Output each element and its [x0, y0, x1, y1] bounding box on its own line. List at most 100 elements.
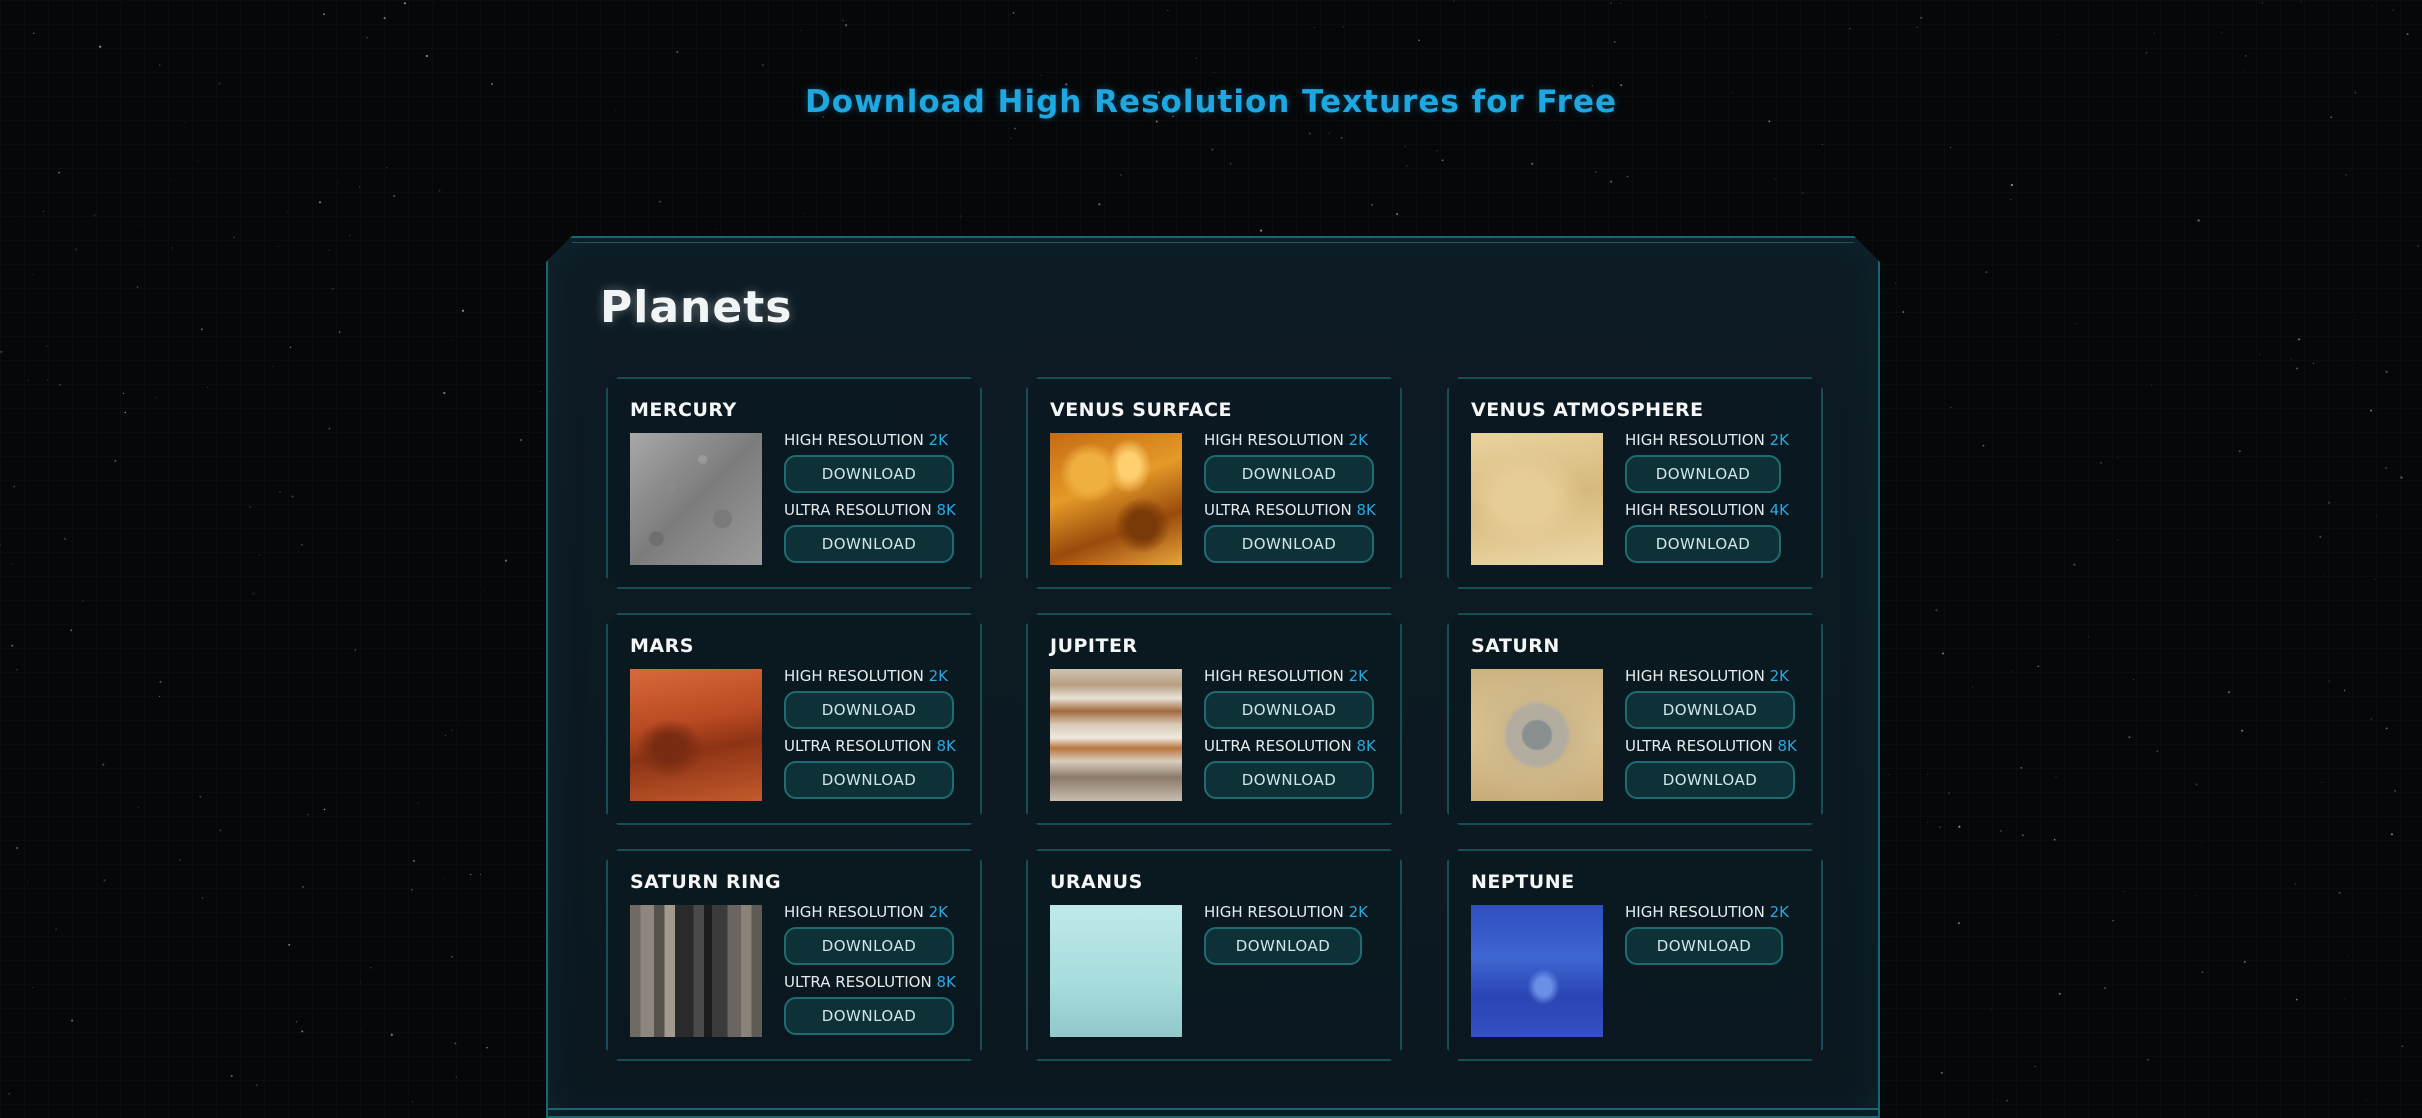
star [0, 350, 3, 353]
download-button-8k[interactable]: DOWNLOAD [1204, 525, 1374, 563]
star [444, 734, 446, 736]
star [11, 563, 13, 565]
star [1888, 774, 1890, 776]
star [1613, 40, 1616, 43]
star [2347, 955, 2349, 956]
star [1214, 71, 1216, 73]
star [328, 249, 331, 252]
resolution-label: HIGH RESOLUTION 2K [784, 431, 948, 449]
resolution-label: HIGH RESOLUTION 2K [1204, 431, 1368, 449]
star [2010, 198, 2012, 201]
star [295, 1021, 298, 1023]
star [715, 229, 717, 231]
star [279, 491, 281, 493]
star [1943, 460, 1945, 462]
star [2165, 635, 2166, 636]
star [2053, 838, 2056, 841]
resolution-label: HIGH RESOLUTION 2K [784, 903, 948, 921]
download-button-8k[interactable]: DOWNLOAD [784, 761, 954, 799]
star [1982, 444, 1985, 447]
star [2300, 845, 2302, 846]
star [1774, 178, 1776, 180]
star [277, 245, 279, 247]
star [2133, 678, 2135, 680]
card-title: JUPITER [1050, 635, 1138, 657]
star [408, 41, 409, 43]
star [11, 644, 14, 647]
star [800, 30, 802, 32]
star [17, 216, 18, 218]
star [393, 195, 396, 198]
resolution-value: 2K [1348, 903, 1368, 921]
download-button-4k[interactable]: DOWNLOAD [1625, 525, 1781, 563]
star [1418, 39, 1420, 41]
download-button-2k[interactable]: DOWNLOAD [1625, 455, 1781, 493]
star [959, 215, 962, 217]
star [1895, 282, 1897, 284]
star [348, 234, 351, 237]
resolution-label-text: HIGH RESOLUTION [784, 903, 924, 921]
star [1453, 0, 1455, 2]
download-button-8k[interactable]: DOWNLOAD [784, 525, 954, 563]
resolution-label: ULTRA RESOLUTION 8K [1204, 501, 1376, 519]
resolution-label: ULTRA RESOLUTION 8K [1625, 737, 1797, 755]
star [307, 813, 310, 816]
download-button-2k[interactable]: DOWNLOAD [1204, 691, 1374, 729]
star [186, 984, 188, 986]
star [289, 346, 292, 348]
card-title: MERCURY [630, 399, 737, 421]
star [1014, 127, 1016, 130]
star [1927, 822, 1928, 823]
star [2370, 409, 2372, 412]
star [1371, 203, 1374, 206]
star [433, 2, 435, 4]
star [202, 897, 204, 899]
star [82, 600, 84, 603]
star [154, 397, 156, 399]
download-button-2k[interactable]: DOWNLOAD [784, 691, 954, 729]
star [2221, 31, 2223, 33]
star [0, 543, 2, 546]
card-title: SATURN [1471, 635, 1560, 657]
resolution-label-text: HIGH RESOLUTION [1625, 431, 1765, 449]
star [288, 943, 291, 946]
star [31, 986, 34, 989]
download-button-8k[interactable]: DOWNLOAD [1204, 761, 1374, 799]
star [2300, 1, 2302, 3]
star [233, 236, 236, 239]
texture-card-saturn-ring: SATURN RING HIGH RESOLUTION 2K DOWNLOAD ULT… [606, 849, 982, 1061]
star [2392, 9, 2394, 11]
download-button-2k[interactable]: DOWNLOAD [1204, 927, 1362, 965]
resolution-label-text: HIGH RESOLUTION [784, 431, 924, 449]
download-button-2k[interactable]: DOWNLOAD [1625, 927, 1783, 965]
star [2319, 535, 2322, 538]
star [322, 13, 325, 16]
star [2344, 998, 2346, 1000]
star [2298, 338, 2301, 341]
card-title: SATURN RING [630, 871, 782, 893]
star [461, 309, 465, 312]
resolution-label-text: ULTRA RESOLUTION [1204, 501, 1352, 519]
star [58, 171, 61, 174]
resolution-label-text: ULTRA RESOLUTION [1625, 737, 1773, 755]
star [412, 1101, 414, 1103]
star [2327, 501, 2331, 504]
star [2201, 971, 2204, 973]
star [124, 411, 127, 414]
star [2244, 55, 2247, 57]
download-button-8k[interactable]: DOWNLOAD [1625, 761, 1795, 799]
jupiter-texture-image [1050, 669, 1182, 801]
star [13, 485, 15, 488]
download-button-2k[interactable]: DOWNLOAD [1625, 691, 1795, 729]
download-button-2k[interactable]: DOWNLOAD [1204, 455, 1374, 493]
resolution-value: 2K [928, 431, 948, 449]
star [450, 339, 452, 341]
download-button-8k[interactable]: DOWNLOAD [784, 997, 954, 1035]
star [1927, 773, 1929, 775]
download-button-2k[interactable]: DOWNLOAD [784, 927, 954, 965]
star [2360, 198, 2361, 200]
card-title: NEPTUNE [1471, 871, 1575, 893]
star [844, 24, 848, 27]
download-button-2k[interactable]: DOWNLOAD [784, 455, 954, 493]
texture-card-mars: MARS HIGH RESOLUTION 2K DOWNLOAD ULTRA RESO… [606, 613, 982, 825]
